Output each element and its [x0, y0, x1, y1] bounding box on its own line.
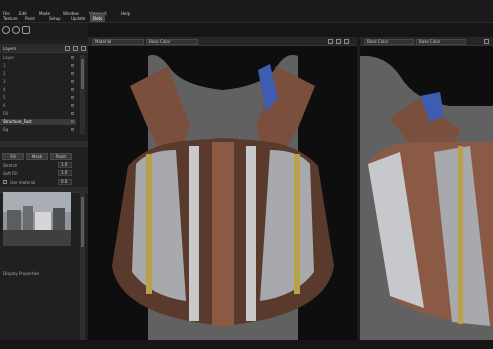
viewport-right-channel-dropdown[interactable]: Base Color [416, 39, 466, 45]
visibility-icon[interactable] [71, 128, 74, 131]
layer-label: Structure_Fast [3, 119, 32, 124]
layer-label: 4 [3, 87, 6, 92]
layer-label: Layer [3, 55, 15, 60]
layer-row[interactable]: 3 [0, 79, 76, 85]
layer-label: 2 [3, 71, 6, 76]
building [35, 212, 51, 230]
add-layer-icon[interactable] [65, 46, 70, 51]
layer-label: 5 [3, 95, 6, 100]
use-material-label: Use material [10, 180, 36, 185]
display-properties-label: Display Properties [3, 271, 40, 276]
status-bar [0, 340, 493, 349]
ground [3, 230, 71, 246]
scroll-thumb[interactable] [81, 59, 84, 89]
stretch-field[interactable]: 1.0 [58, 162, 72, 168]
camera-icon[interactable] [336, 39, 341, 44]
fill-button[interactable]: Fill [2, 153, 24, 160]
visibility-icon[interactable] [71, 112, 74, 115]
maximize-icon[interactable] [344, 39, 349, 44]
ring-tool-icon[interactable] [12, 26, 20, 34]
layer-label: 3 [3, 79, 6, 84]
properties-divider [0, 141, 88, 147]
layer-row[interactable]: 5 [0, 95, 76, 101]
tab-paint[interactable]: Paint [22, 14, 38, 22]
building [53, 208, 65, 230]
settings-icon[interactable] [484, 39, 489, 44]
visibility-icon[interactable] [71, 104, 74, 107]
layers-title: Layers [3, 46, 17, 51]
tab-setup[interactable]: Setup [46, 14, 64, 22]
mask-button[interactable]: Mask [26, 153, 48, 160]
layers-header: Layers [0, 44, 88, 53]
layer-row[interactable]: Bg [0, 127, 76, 133]
layer-row[interactable]: Layer [0, 55, 76, 61]
layer-label: 6 [3, 103, 6, 108]
layer-row[interactable]: 2 [0, 71, 76, 77]
layer-label: Fill [3, 111, 9, 116]
viewport-left-channel-dropdown[interactable]: Base Color [146, 39, 198, 45]
center-right-bone [246, 146, 256, 321]
tolerance-field[interactable]: 0.0 [58, 179, 72, 185]
tab-dots[interactable]: Dots [90, 14, 106, 22]
circle-tool-icon[interactable] [2, 26, 10, 34]
settings-icon[interactable] [328, 39, 333, 44]
layers-scrollbar[interactable] [80, 55, 85, 135]
viewport-left-header: Material Base Color [88, 37, 357, 46]
visibility-icon[interactable] [71, 80, 74, 83]
viewport-right[interactable]: Base Color Base Color [360, 37, 493, 340]
right-gold-bone [294, 154, 300, 294]
tab-texture[interactable]: Texture [0, 14, 21, 22]
visibility-icon[interactable] [71, 64, 74, 67]
layer-row[interactable]: 1 [0, 63, 76, 69]
center-lacing [212, 142, 234, 326]
use-material-checkbox[interactable] [3, 180, 7, 184]
visibility-icon[interactable] [71, 72, 74, 75]
building [7, 210, 21, 230]
layer-row[interactable]: 6 [0, 103, 76, 109]
building [23, 206, 33, 230]
menu-help[interactable]: Help [118, 9, 133, 17]
center-left-bone [189, 146, 199, 321]
tab-update[interactable]: Update [68, 14, 89, 22]
corset-model-front [112, 54, 334, 340]
menu-bar: File Edit Mode Window Viewport Help Text… [0, 0, 493, 23]
layer-label: 1 [3, 63, 6, 68]
delete-layer-icon[interactable] [81, 46, 86, 51]
lasso-tool-icon[interactable] [22, 26, 30, 34]
viewport-left[interactable]: Material Base Color [88, 37, 357, 340]
layer-row-selected[interactable]: Structure_Fast [0, 119, 76, 125]
viewport-right-mode-dropdown[interactable]: Base Color [364, 39, 414, 45]
viewport-left-mode-dropdown[interactable]: Material [92, 39, 144, 45]
layer-row[interactable]: Fill [0, 111, 76, 117]
visibility-icon[interactable] [71, 120, 74, 123]
corset-model-side [360, 55, 493, 340]
environment-thumbnail[interactable] [3, 192, 71, 246]
left-gold-bone [146, 154, 152, 294]
soft-fill-field[interactable]: 1.0 [58, 170, 72, 176]
layer-label: Bg [3, 127, 9, 132]
layer-row[interactable]: 4 [0, 87, 76, 93]
visibility-icon[interactable] [71, 88, 74, 91]
viewport-right-header: Base Color Base Color [360, 37, 493, 46]
soft-fill-label: Soft Fill [3, 171, 18, 176]
visibility-icon[interactable] [71, 56, 74, 59]
folder-icon[interactable] [73, 46, 78, 51]
gold-bone [458, 146, 463, 324]
visibility-icon[interactable] [71, 96, 74, 99]
stretch-label: Stretch [3, 163, 18, 168]
scroll-thumb[interactable] [81, 197, 84, 247]
paint-button[interactable]: Paint [50, 153, 72, 160]
properties-scrollbar[interactable] [80, 187, 85, 347]
